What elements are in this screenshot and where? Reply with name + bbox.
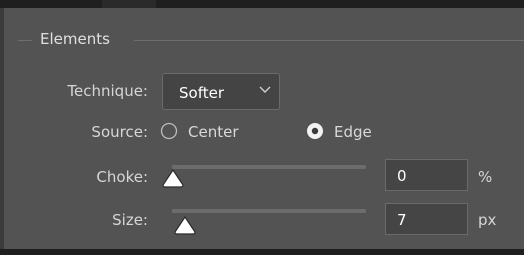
chevron-down-icon [259, 86, 271, 93]
slider-triangle-icon[interactable] [161, 168, 185, 188]
bottom-strip [0, 249, 524, 255]
source-radio-edge[interactable]: Edge [306, 121, 396, 143]
source-option-label: Center [188, 123, 239, 141]
radio-unchecked-icon [160, 122, 178, 140]
technique-select[interactable]: Softer [162, 73, 280, 110]
choke-value-field[interactable]: 0 [385, 159, 468, 191]
choke-unit: % [478, 168, 493, 186]
choke-slider-track[interactable] [172, 165, 366, 169]
size-label: Size: [112, 211, 148, 229]
top-tab [102, 0, 156, 8]
choke-value: 0 [397, 167, 407, 185]
source-label: Source: [91, 123, 148, 141]
top-strip [0, 0, 524, 8]
choke-label: Choke: [96, 168, 148, 186]
slider-triangle-icon[interactable] [173, 215, 197, 235]
source-option-label: Edge [334, 123, 372, 141]
size-slider-track[interactable] [172, 209, 366, 213]
group-title: Elements [40, 30, 110, 48]
technique-label: Technique: [67, 82, 148, 100]
technique-selected-value: Softer [179, 84, 224, 102]
radio-checked-icon [307, 123, 323, 139]
group-divider-right [134, 40, 524, 41]
source-radio-center[interactable]: Center [160, 121, 260, 143]
size-value: 7 [397, 211, 407, 229]
size-unit: px [478, 211, 497, 229]
group-divider-left [18, 40, 32, 41]
size-value-field[interactable]: 7 [385, 203, 468, 235]
